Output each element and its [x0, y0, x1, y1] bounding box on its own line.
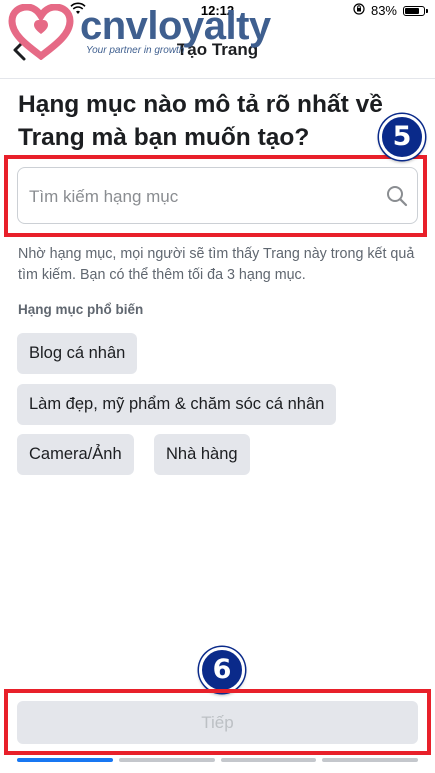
progress-segment [322, 758, 418, 762]
progress-segment [118, 758, 215, 762]
logo: cnvloyalty Your partner in growth [6, 3, 271, 61]
category-chip[interactable]: Camera/Ảnh [17, 434, 134, 475]
battery-percent: 83% [370, 3, 397, 18]
search-icon[interactable] [385, 184, 409, 208]
step-badge-next: 6 [199, 647, 245, 693]
status-indicators: 83% [353, 3, 428, 18]
next-button[interactable]: Tiếp [17, 701, 418, 744]
rotation-lock-icon [353, 3, 365, 18]
popular-categories-label: Hạng mục phổ biến [18, 302, 144, 317]
page-heading: Hạng mục nào mô tả rõ nhất về Trang mà b… [18, 91, 383, 151]
category-chip[interactable]: Blog cá nhân [17, 333, 138, 374]
search-helper-text: Nhờ hạng mục, mọi người sẽ tìm thấy Tran… [18, 246, 415, 283]
heart-logo-icon [6, 3, 76, 65]
logo-tagline: Your partner in growth [86, 45, 185, 56]
step-progress-bar [17, 758, 418, 762]
category-search-input[interactable] [27, 168, 371, 225]
category-search-box[interactable] [17, 167, 418, 225]
logo-wordmark: cnvloyalty [80, 4, 271, 48]
progress-segment [17, 758, 113, 762]
category-chip[interactable]: Nhà hàng [154, 434, 250, 475]
battery-icon [403, 5, 428, 16]
category-chip[interactable]: Làm đẹp, mỹ phẩm & chăm sóc cá nhân [17, 384, 337, 425]
progress-segment [220, 758, 317, 762]
step-badge-search: 5 [379, 114, 425, 160]
